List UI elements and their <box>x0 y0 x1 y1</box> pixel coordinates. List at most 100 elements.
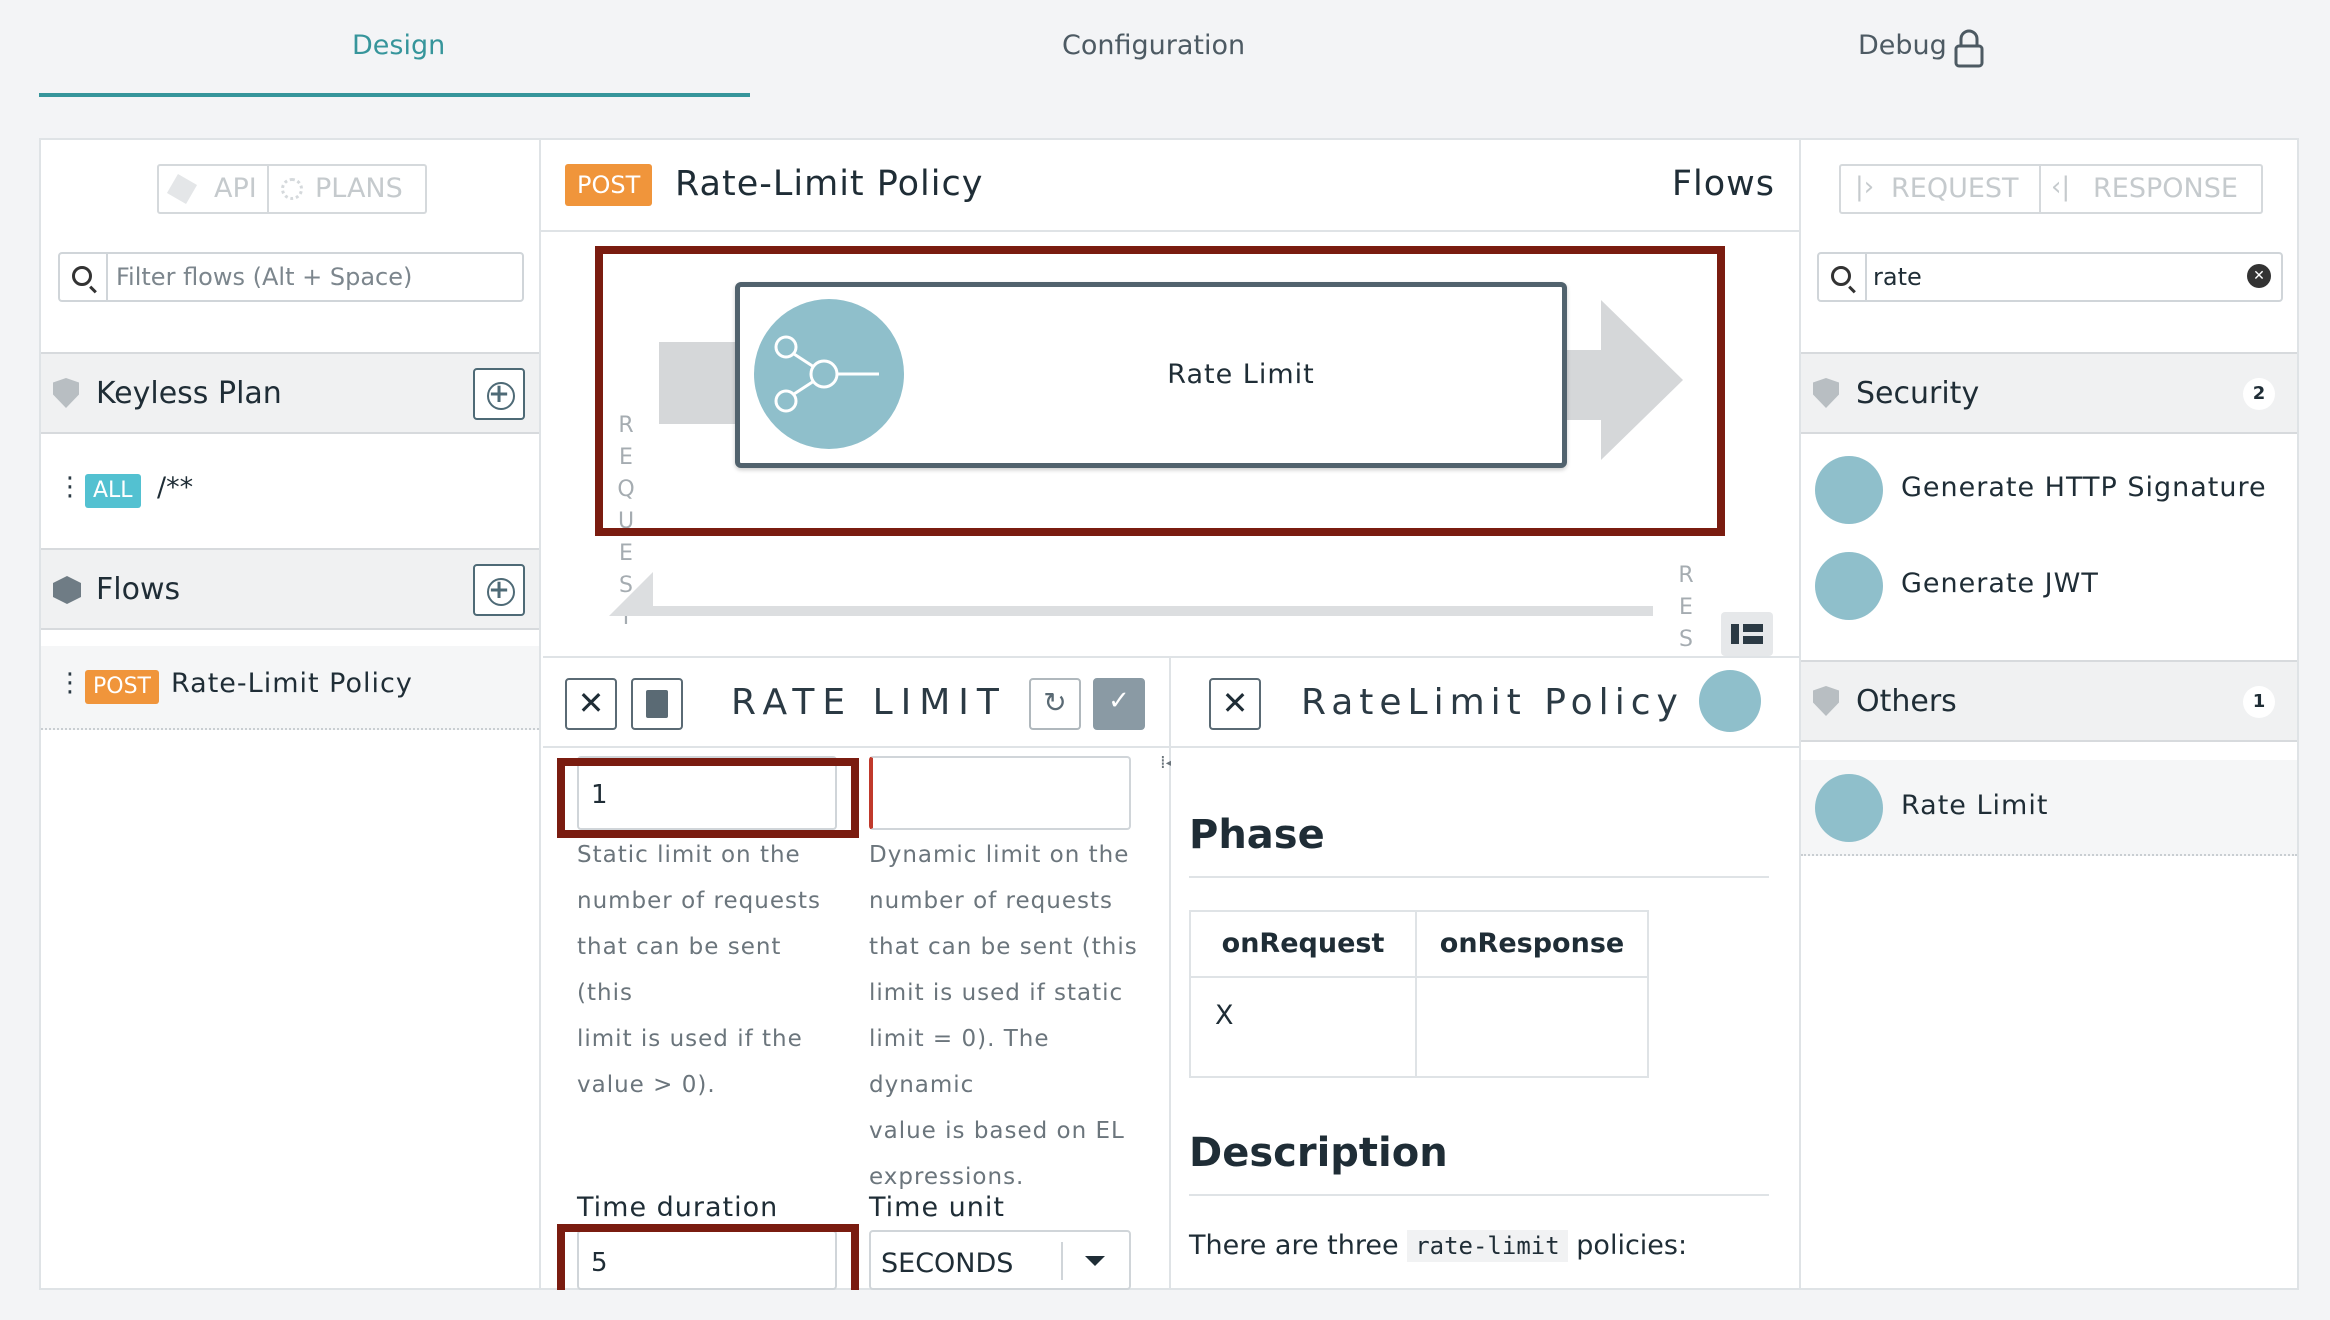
plan-section-header: Keyless Plan + <box>41 352 539 434</box>
method-badge-post: POST <box>85 670 159 704</box>
flow-item-rate-limit-policy[interactable]: ⋮⋮ POST Rate-Limit Policy <box>41 646 539 730</box>
others-title: Others <box>1856 684 1957 719</box>
rate-limit-policy-icon <box>1815 774 1883 842</box>
method-badge-all: ALL <box>85 474 141 508</box>
policy-item-label: Generate JWT <box>1901 568 2099 599</box>
policy-item-generate-http-signature[interactable]: Generate HTTP Signature <box>1801 450 2297 530</box>
layout-toggle-button[interactable] <box>1721 612 1773 656</box>
phase-table: onRequest onResponse X <box>1189 910 1649 1078</box>
description-heading: Description <box>1189 1130 1448 1176</box>
others-count-badge: 1 <box>2243 686 2275 718</box>
reset-icon: ↻ <box>1043 686 1067 719</box>
search-icon <box>72 266 92 286</box>
policy-search-value: rate <box>1873 263 1922 291</box>
tab-debug[interactable]: Debug <box>1858 30 1947 61</box>
request-response-toggle: |› REQUEST ‹| RESPONSE <box>1839 164 2263 214</box>
plans-toggle-label: PLANS <box>315 173 403 204</box>
time-unit-label: Time unit <box>869 1192 1005 1223</box>
flow-item-name: Rate-Limit Policy <box>171 668 413 699</box>
policy-item-label: Generate HTTP Signature <box>1901 472 2267 503</box>
phase-col-onresponse: onResponse <box>1417 912 1647 978</box>
response-label-e: E <box>1679 595 1693 620</box>
plans-icon <box>281 178 303 200</box>
policy-doc-header: ✕ RateLimit Policy <box>1171 658 1799 748</box>
dynamic-limit-input[interactable] <box>869 756 1131 830</box>
book-icon <box>646 690 668 718</box>
others-section-header[interactable]: Others 1 <box>1801 660 2297 742</box>
plans-toggle-button[interactable]: PLANS <box>269 166 425 212</box>
shield-icon <box>53 378 79 408</box>
rate-limit-policy-icon <box>1699 670 1761 732</box>
lock-icon <box>1953 28 1985 68</box>
add-plan-flow-button[interactable]: + <box>473 368 525 420</box>
flows-title: Flows <box>96 572 181 607</box>
time-unit-select[interactable]: SECONDS <box>869 1230 1131 1290</box>
plan-title: Keyless Plan <box>96 376 282 411</box>
arrow-left-icon: ‹| <box>2051 172 2071 202</box>
arrow-right-icon: |› <box>1855 172 1875 202</box>
close-doc-button[interactable]: ✕ <box>1209 678 1261 730</box>
flows-section-header: Flows + <box>41 548 539 630</box>
policy-item-generate-jwt[interactable]: Generate JWT <box>1801 546 2297 626</box>
filter-flows-placeholder: Filter flows (Alt + Space) <box>116 263 413 291</box>
reset-button[interactable]: ↻ <box>1029 678 1081 730</box>
method-badge-post: POST <box>565 164 653 206</box>
cube-icon <box>53 576 81 604</box>
api-plans-toggle: API PLANS <box>157 164 427 214</box>
time-unit-value: SECONDS <box>881 1248 1014 1279</box>
policy-form-header: ✕ RATE LIMIT ↻ ✓ <box>543 658 1169 748</box>
phase-cell-onresponse <box>1417 978 1647 1076</box>
response-arrow-body <box>653 606 1653 616</box>
filter-flows-input[interactable]: Filter flows (Alt + Space) <box>58 252 524 302</box>
policy-search-input[interactable]: rate ✕ <box>1817 252 2283 302</box>
clear-search-button[interactable]: ✕ <box>2247 264 2271 288</box>
phase-heading: Phase <box>1189 812 1325 858</box>
check-icon: ✓ <box>1108 686 1130 716</box>
cube-icon <box>166 173 198 205</box>
highlight-box-static-limit <box>557 758 859 838</box>
close-form-button[interactable]: ✕ <box>565 678 617 730</box>
signature-icon <box>1815 456 1883 524</box>
apply-button[interactable]: ✓ <box>1093 678 1145 730</box>
flows-label: Flows <box>1671 164 1775 204</box>
shield-icon <box>1813 686 1839 716</box>
security-section-header[interactable]: Security 2 <box>1801 352 2297 434</box>
flow-title: Rate-Limit Policy <box>675 164 984 204</box>
policy-item-label: Rate Limit <box>1901 790 2049 821</box>
tab-design[interactable]: Design <box>352 30 445 61</box>
close-icon: ✕ <box>577 684 605 722</box>
code-rate-limit: rate-limit <box>1407 1230 1568 1262</box>
flows-sidebar: API PLANS Filter flows (Alt + Space) Key… <box>39 138 541 1290</box>
documentation-button[interactable] <box>631 678 683 730</box>
active-tab-indicator <box>39 93 750 97</box>
tab-configuration[interactable]: Configuration <box>1062 30 1245 61</box>
security-count-badge: 2 <box>2243 378 2275 410</box>
response-toggle-label: RESPONSE <box>2093 173 2238 204</box>
add-flow-button[interactable]: + <box>473 564 525 616</box>
description-text: There are three rate-limit policies: <box>1189 1230 1688 1262</box>
chevron-down-icon <box>1085 1256 1105 1266</box>
response-arrow-head <box>609 572 653 616</box>
plan-flow-row[interactable]: ⋮⋮ ALL /** <box>41 436 539 548</box>
highlight-box-time-duration <box>557 1224 859 1290</box>
policy-doc-title: RateLimit Policy <box>1301 682 1684 723</box>
dynamic-limit-help: Dynamic limit on the number of requests th… <box>869 842 1138 1190</box>
api-toggle-label: API <box>214 173 257 204</box>
request-toggle-button[interactable]: |› REQUEST <box>1841 166 2041 212</box>
api-toggle-button[interactable]: API <box>159 166 269 212</box>
highlight-box-request-flow <box>595 246 1725 536</box>
policy-catalog: |› REQUEST ‹| RESPONSE rate ✕ Security 2… <box>1799 138 2299 1290</box>
policy-doc-panel: ✕ RateLimit Policy Phase onRequest onRes… <box>1171 656 1799 1288</box>
time-duration-label: Time duration <box>577 1192 779 1223</box>
security-title: Security <box>1856 376 1980 411</box>
static-limit-help: Static limit on the number of requests tha… <box>577 842 821 1098</box>
jwt-icon <box>1815 552 1883 620</box>
policy-item-rate-limit[interactable]: Rate Limit <box>1801 760 2297 856</box>
policy-form-panel: ✕ RATE LIMIT ↻ ✓ 1 Static limit on the nu… <box>543 656 1171 1290</box>
response-toggle-button[interactable]: ‹| RESPONSE <box>2041 166 2261 212</box>
response-label-r: R <box>1678 563 1694 588</box>
flow-path: /** <box>157 472 194 503</box>
phase-col-onrequest: onRequest <box>1191 912 1417 978</box>
phase-cell-onrequest: X <box>1191 978 1417 1076</box>
request-toggle-label: REQUEST <box>1891 173 2019 204</box>
